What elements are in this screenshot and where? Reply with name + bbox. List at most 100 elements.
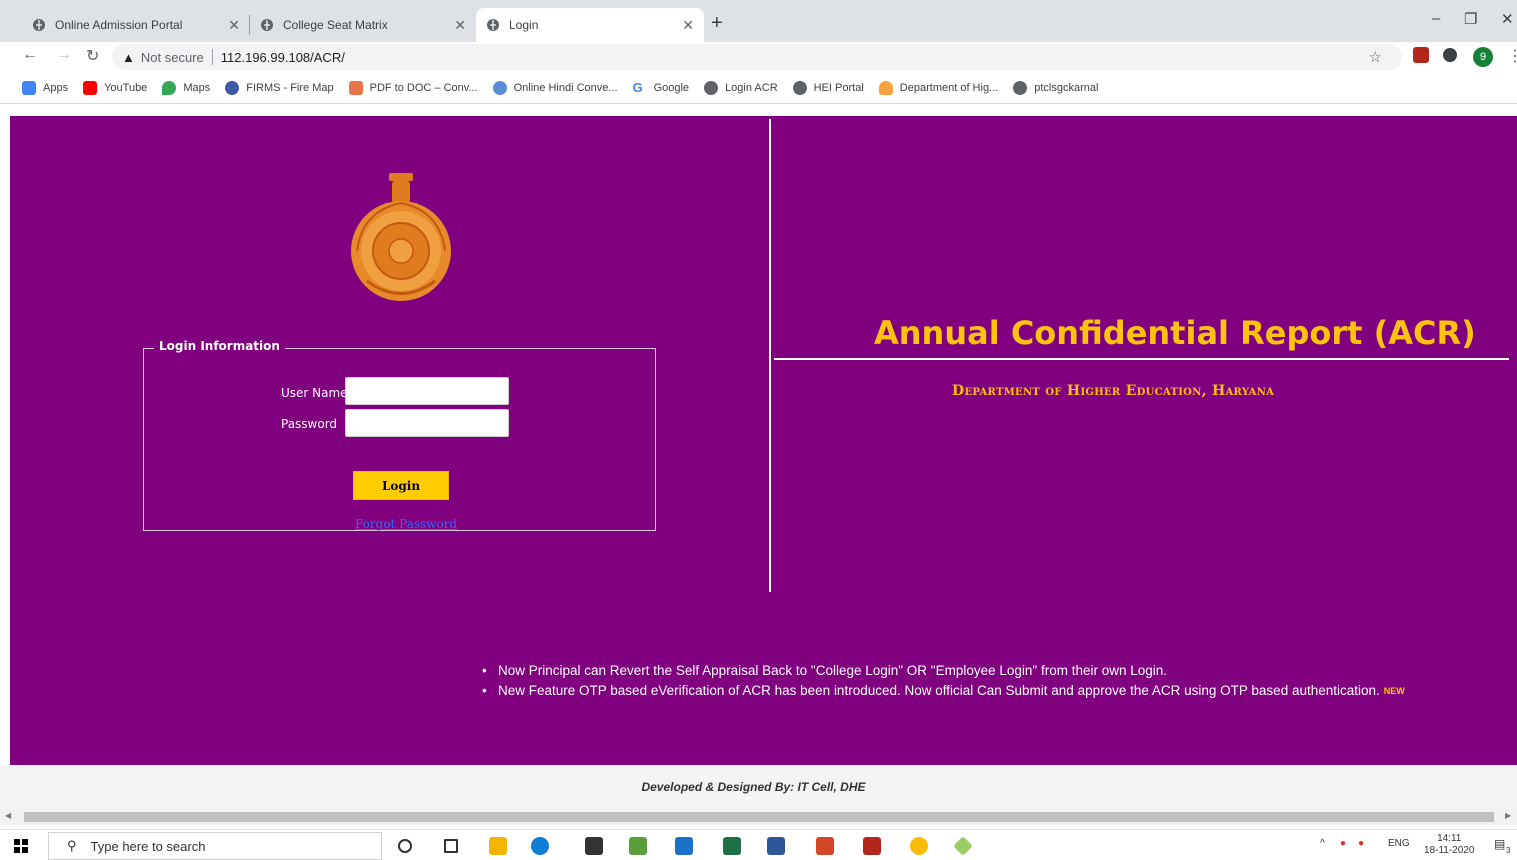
browser-menu-icon[interactable]: ⋮ [1507, 46, 1517, 66]
username-input[interactable] [345, 377, 509, 405]
bookmark-label: Login ACR [725, 81, 778, 94]
bookmark-login-acr[interactable]: Login ACR [704, 80, 778, 95]
globe-icon [704, 80, 719, 95]
excel-icon[interactable] [723, 837, 741, 855]
edge-browser-icon[interactable] [531, 837, 549, 855]
windows-start-icon[interactable] [14, 839, 28, 853]
paint-icon[interactable] [953, 836, 973, 856]
chrome-icon[interactable] [910, 837, 928, 855]
login-information-fieldset: Login Information User Name Password Log… [143, 339, 656, 531]
back-arrow-icon[interactable]: ← [22, 46, 38, 64]
cortana-icon[interactable] [398, 839, 412, 853]
word-icon[interactable] [767, 837, 785, 855]
acrobat-extension-icon[interactable] [1413, 47, 1429, 63]
haryana-emblem-icon [351, 173, 451, 301]
bookmark-label: Maps [183, 81, 211, 94]
close-window-button[interactable]: ✕ [1501, 10, 1514, 28]
omnibox-separator [211, 49, 213, 65]
powerpoint-icon[interactable] [816, 837, 834, 855]
tray-chevron-icon[interactable]: ^ [1320, 838, 1325, 849]
url-text[interactable]: 112.196.99.108/ACR/ [221, 50, 345, 65]
restore-button[interactable]: ❐ [1464, 10, 1477, 28]
file-manager-icon[interactable] [629, 837, 647, 855]
login-button[interactable]: Login [353, 471, 449, 500]
bookmark-label: Apps [43, 81, 69, 94]
bookmark-label: Online Hindi Conve... [513, 81, 618, 94]
globe-icon [261, 19, 273, 31]
file-explorer-icon[interactable] [489, 837, 507, 855]
tab-title: Login [509, 18, 539, 32]
tab-online-admission-portal[interactable]: Online Admission Portal ✕ [22, 8, 250, 42]
volume-icon[interactable]: ● [1358, 838, 1364, 849]
firms-icon [225, 80, 240, 95]
new-badge: NEW [1383, 686, 1405, 696]
acrobat-icon[interactable] [863, 837, 881, 855]
password-label: Password [281, 417, 338, 431]
forgot-password-link[interactable]: Forgot Password [355, 517, 457, 531]
scrollbar-thumb[interactable] [24, 812, 1494, 822]
password-input[interactable] [345, 409, 509, 437]
pdf-doc-icon [348, 80, 363, 95]
department-subtitle: Department of Higher Education, Haryana [952, 383, 1275, 399]
warning-triangle-icon[interactable]: ▲ [122, 50, 135, 65]
minimize-button[interactable]: – [1432, 10, 1440, 27]
acr-login-page: Login Information User Name Password Log… [10, 116, 1517, 765]
bookmark-department[interactable]: Department of Hig... [878, 80, 999, 95]
tab-title: Online Admission Portal [55, 18, 183, 32]
store-icon[interactable] [585, 837, 603, 855]
username-label: User Name [281, 386, 348, 400]
bookmark-label: Department of Hig... [899, 81, 999, 94]
taskbar-search[interactable]: ⚲ Type here to search [48, 832, 382, 860]
windows-taskbar: ⚲ Type here to search ^ ● ● ENG 14:11 18… [0, 829, 1517, 860]
not-secure-label[interactable]: Not secure [141, 50, 204, 65]
scroll-right-icon[interactable]: ▶ [1505, 811, 1511, 820]
extensions-puzzle-icon[interactable] [1443, 48, 1457, 62]
close-tab-icon[interactable]: ✕ [454, 17, 466, 34]
search-placeholder: Type here to search [90, 838, 206, 854]
bookmark-apps[interactable]: Apps [22, 80, 69, 95]
omnibox[interactable]: ▲ Not secure 112.196.99.108/ACR/ ☆ [112, 44, 1402, 70]
youtube-icon [83, 80, 98, 95]
globe-icon [792, 80, 807, 95]
maps-pin-icon [162, 80, 177, 95]
bookmark-hei-portal[interactable]: HEI Portal [792, 80, 864, 95]
close-tab-icon[interactable]: ✕ [228, 17, 240, 34]
forward-arrow-icon[interactable]: → [56, 46, 72, 64]
tab-college-seat-matrix[interactable]: College Seat Matrix ✕ [250, 8, 476, 42]
tab-login[interactable]: Login ✕ [476, 8, 704, 42]
mail-icon[interactable] [675, 837, 693, 855]
bookmark-label: FIRMS - Fire Map [246, 81, 334, 94]
bookmark-label: ptclsgckarnal [1034, 81, 1099, 94]
bookmark-label: HEI Portal [813, 81, 864, 94]
notice-item: New Feature OTP based eVerification of A… [482, 681, 1512, 701]
address-bar-row: ← → ↻ ▲ Not secure 112.196.99.108/ACR/ ☆ [0, 42, 1517, 72]
task-view-icon[interactable] [444, 839, 458, 853]
bookmark-label: YouTube [104, 81, 148, 94]
profile-avatar[interactable]: 9 [1473, 47, 1493, 67]
horizontal-scrollbar[interactable]: ◀ ▶ [0, 809, 1517, 825]
bookmark-google[interactable]: G Google [633, 80, 689, 95]
globe-icon [487, 19, 499, 31]
bookmark-pdf-to-doc[interactable]: PDF to DOC – Conv... [348, 80, 478, 95]
login-information-legend: Login Information [154, 339, 285, 353]
notification-center-icon[interactable]: ▤ [1494, 837, 1505, 851]
close-tab-icon[interactable]: ✕ [682, 17, 694, 34]
scroll-left-icon[interactable]: ◀ [5, 811, 11, 820]
network-icon[interactable]: ● [1340, 838, 1346, 849]
new-tab-button[interactable]: + [711, 12, 723, 35]
bookmark-hindi-converter[interactable]: Online Hindi Conve... [492, 80, 618, 95]
taskbar-clock[interactable]: 14:11 18-11-2020 [1424, 833, 1474, 857]
bookmark-star-icon[interactable]: ☆ [1369, 48, 1382, 66]
bookmark-maps[interactable]: Maps [162, 80, 211, 95]
reload-icon[interactable]: ↻ [86, 46, 99, 66]
notice-text: Now Principal can Revert the Self Apprai… [498, 663, 1168, 678]
hindi-converter-icon [492, 80, 507, 95]
page-title: Annual Confidential Report (ACR) [874, 314, 1476, 352]
notices-list: Now Principal can Revert the Self Apprai… [482, 661, 1512, 701]
bookmark-youtube[interactable]: YouTube [83, 80, 148, 95]
notification-count: 3 [1506, 846, 1511, 855]
footer-credit: Developed & Designed By: IT Cell, DHE [641, 780, 866, 794]
language-indicator[interactable]: ENG [1388, 838, 1410, 849]
bookmark-ptclsgckarnal[interactable]: ptclsgckarnal [1013, 80, 1099, 95]
bookmark-firms[interactable]: FIRMS - Fire Map [225, 80, 334, 95]
